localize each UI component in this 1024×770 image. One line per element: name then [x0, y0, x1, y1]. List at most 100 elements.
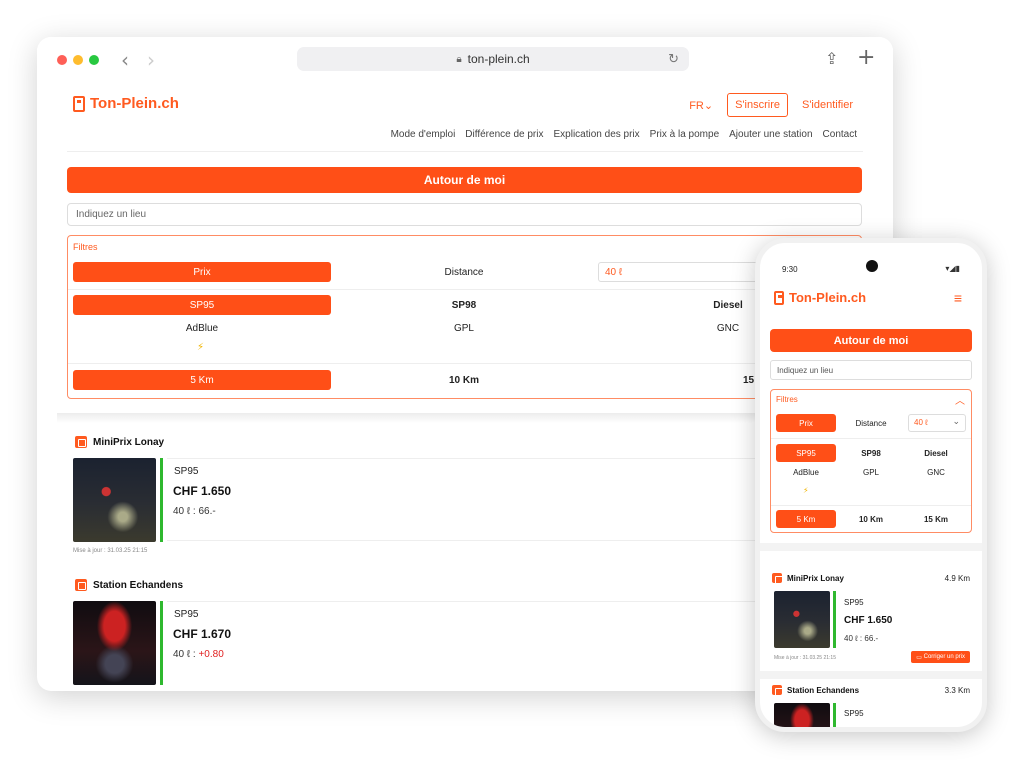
sort-distance-button[interactable]: Distance: [841, 419, 901, 428]
fuel-price: CHF 1.670: [173, 627, 232, 641]
station-distance: 3.3 Km: [944, 686, 970, 695]
language-selector[interactable]: FR⌄: [689, 99, 713, 112]
minimize-window-button[interactable]: [73, 55, 83, 65]
header-actions: FR⌄ S'inscrire S'identifier: [689, 93, 853, 117]
station-photo[interactable]: [73, 458, 156, 542]
place-input[interactable]: Indiquez un lieu: [67, 203, 862, 226]
status-time: 9:30: [782, 265, 798, 274]
fuel-type: SP95: [844, 709, 864, 718]
station-card[interactable]: MiniPrix Lonay SP95 CHF 1.650 40 ℓ : 66.…: [67, 436, 867, 558]
section-divider: [760, 543, 982, 551]
filters-divider: [68, 363, 861, 364]
brand-name: Ton-Plein.ch: [90, 95, 179, 112]
close-window-button[interactable]: [57, 55, 67, 65]
around-me-button[interactable]: Autour de moi: [67, 167, 862, 193]
back-arrow-icon[interactable]: ‹: [121, 48, 129, 72]
station-name: MiniPrix Lonay: [93, 436, 165, 448]
filters-divider: [771, 438, 971, 439]
menu-item-contact[interactable]: Contact: [823, 129, 857, 140]
sort-price-button[interactable]: Prix: [73, 262, 331, 282]
price-status-bar: [160, 458, 163, 542]
forward-arrow-icon[interactable]: ›: [147, 48, 155, 72]
station-title: MiniPrix Lonay: [75, 436, 164, 448]
fuel-price: CHF 1.650: [173, 484, 232, 498]
around-me-button[interactable]: Autour de moi: [770, 329, 972, 352]
fix-price-button[interactable]: ▭ Corriger un prix: [911, 651, 970, 663]
maximize-window-button[interactable]: [89, 55, 99, 65]
station-icon: [772, 685, 783, 696]
station-name: Station Echandens: [787, 685, 860, 695]
station-photo[interactable]: [774, 703, 830, 727]
menu-item-mode-emploi[interactable]: Mode d'emploi: [391, 129, 456, 140]
menu-item-difference-prix[interactable]: Différence de prix: [465, 129, 543, 140]
signal-battery-icon: ▾◢▮: [945, 264, 960, 273]
lock-icon: 🔒︎: [456, 53, 462, 65]
fuel-gnc-button[interactable]: GNC: [906, 468, 966, 477]
hamburger-menu-icon[interactable]: ≡: [954, 290, 962, 306]
radius-15km-button[interactable]: 15 Km: [906, 515, 966, 524]
header-divider: [67, 151, 863, 152]
fuel-sp95-button[interactable]: SP95: [73, 295, 331, 315]
address-bar[interactable]: 🔒︎ ton-plein.ch ↻: [297, 47, 689, 71]
filters-title: Filtres: [776, 395, 798, 404]
reload-icon[interactable]: ↻: [668, 51, 679, 67]
site-logo[interactable]: Ton-Plein.ch: [73, 95, 179, 112]
fill-total: 40 ℓ : 66.-: [173, 506, 216, 517]
fuel-sp95-button[interactable]: SP95: [776, 444, 836, 462]
fuel-type: SP95: [174, 466, 199, 477]
fuel-pump-icon: [774, 290, 784, 305]
station-photo[interactable]: [73, 601, 156, 685]
sort-price-button[interactable]: Prix: [776, 414, 836, 432]
place-input[interactable]: Indiquez un lieu: [770, 360, 972, 380]
radius-10km-button[interactable]: 10 Km: [404, 375, 524, 386]
station-distance: 4.9 Km: [944, 574, 970, 583]
electric-bolt-icon[interactable]: ⚡︎: [803, 486, 809, 495]
browser-toolbar: ‹ › 🔒︎ ton-plein.ch ↻ ⇪ +: [37, 37, 893, 83]
station-name: Station Echandens: [93, 579, 184, 591]
fuel-diesel-button[interactable]: Diesel: [906, 449, 966, 458]
station-icon: [75, 579, 87, 591]
fuel-adblue-button[interactable]: AdBlue: [142, 323, 262, 334]
fuel-sp98-button[interactable]: SP98: [404, 300, 524, 311]
new-tab-icon[interactable]: +: [857, 45, 875, 70]
chevron-up-icon[interactable]: ︿: [955, 392, 965, 407]
station-title[interactable]: Station Echandens: [772, 685, 860, 696]
share-icon[interactable]: ⇪: [825, 49, 838, 69]
radius-5km-button[interactable]: 5 Km: [776, 510, 836, 528]
login-link[interactable]: S'identifier: [802, 99, 853, 111]
station-icon: [75, 436, 87, 448]
radius-10km-button[interactable]: 10 Km: [841, 515, 901, 524]
filters-panel: Filtres ︿ Prix Distance 40 ℓ ⌄ SP95 SP98 …: [770, 389, 972, 533]
litres-select[interactable]: 40 ℓ: [598, 262, 778, 282]
price-status-bar: [833, 703, 836, 727]
station-card[interactable]: Station Echandens SP95 CHF 1.670 40 ℓ : …: [67, 579, 867, 691]
brand-name: Ton-Plein.ch: [789, 290, 867, 305]
menu-item-ajouter-station[interactable]: Ajouter une station: [729, 129, 812, 140]
filters-divider: [771, 505, 971, 506]
station-photo[interactable]: [774, 591, 830, 648]
electric-bolt-icon[interactable]: ⚡︎: [197, 342, 204, 353]
menu-item-explication-prix[interactable]: Explication des prix: [554, 129, 640, 140]
fill-total: 40 ℓ : 66.-: [844, 634, 879, 643]
site-logo[interactable]: Ton-Plein.ch: [774, 290, 866, 305]
fuel-adblue-button[interactable]: AdBlue: [776, 468, 836, 477]
station-icon: [772, 573, 783, 584]
fuel-gpl-button[interactable]: GPL: [404, 323, 524, 334]
fuel-sp98-button[interactable]: SP98: [841, 449, 901, 458]
price-status-bar: [833, 591, 836, 648]
fuel-type: SP95: [174, 609, 199, 620]
sort-distance-button[interactable]: Distance: [404, 267, 524, 278]
litres-select[interactable]: 40 ℓ ⌄: [908, 414, 966, 432]
camera-notch: [866, 260, 878, 272]
signup-button[interactable]: S'inscrire: [727, 93, 788, 117]
station-title[interactable]: MiniPrix Lonay: [772, 573, 844, 584]
radius-5km-button[interactable]: 5 Km: [73, 370, 331, 390]
fuel-gpl-button[interactable]: GPL: [841, 468, 901, 477]
menu-item-prix-pompe[interactable]: Prix à la pompe: [650, 129, 719, 140]
update-time: Mise à jour : 31.03.25 21:15: [73, 548, 148, 554]
main-menu: Mode d'emploi Différence de prix Explica…: [391, 129, 857, 140]
filters-title: Filtres: [73, 242, 98, 252]
section-divider: [760, 671, 982, 679]
fill-total: 40 ℓ : +0.80: [173, 649, 224, 660]
filters-panel: Filtres Prix Distance 40 ℓ SP95 SP98 Die…: [67, 235, 862, 399]
